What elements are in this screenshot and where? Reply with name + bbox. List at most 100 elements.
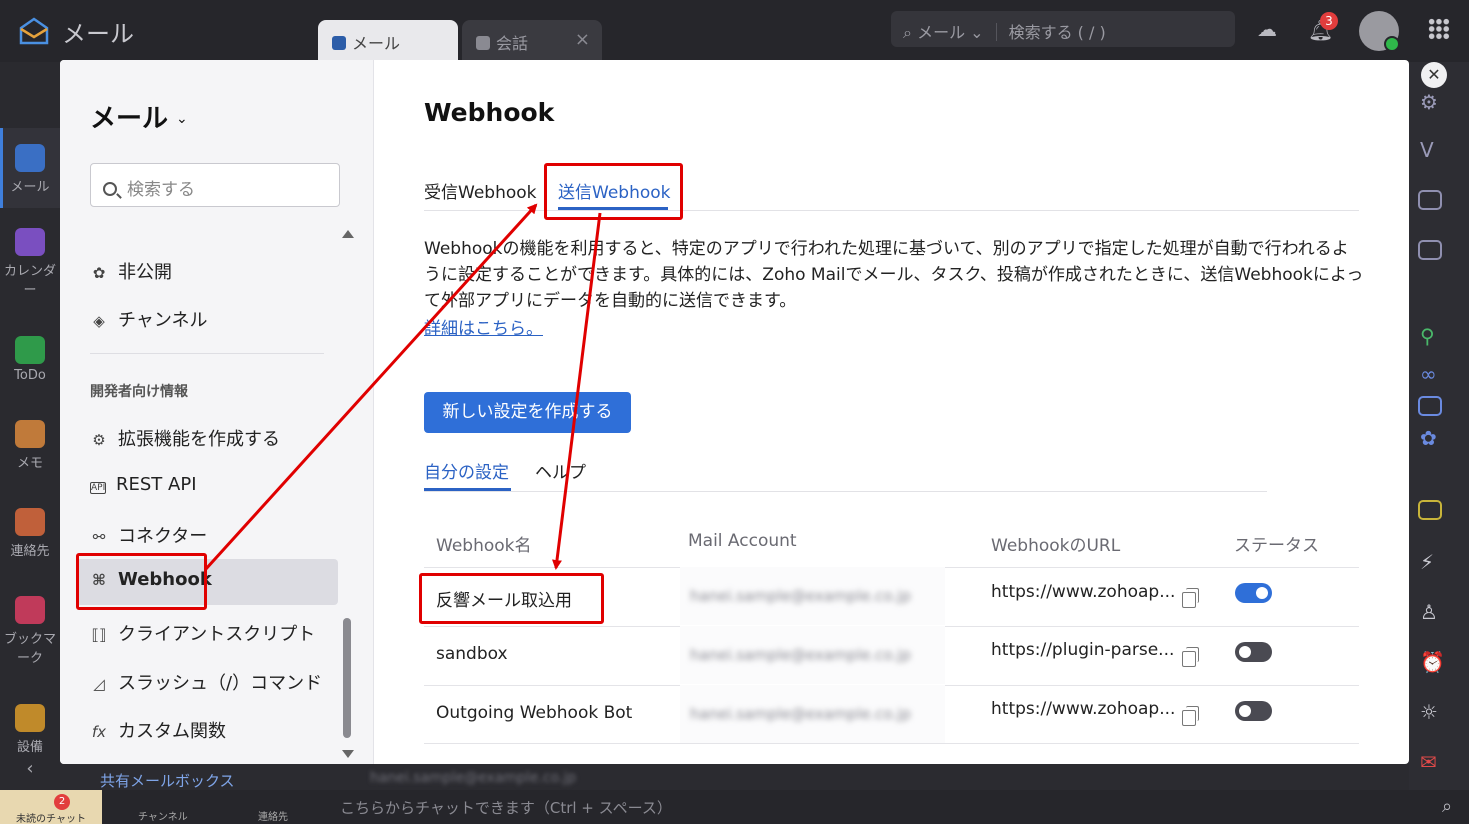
leftbar-item-memo[interactable]: メモ bbox=[0, 420, 60, 471]
divider bbox=[424, 491, 1267, 492]
sidebar-search-input[interactable]: 検索する bbox=[90, 163, 340, 207]
board-icon[interactable] bbox=[1418, 190, 1442, 210]
copy-icon[interactable] bbox=[1182, 647, 1199, 667]
sidebar-item-channel[interactable]: ◈ チャンネル bbox=[76, 296, 338, 340]
unread-chat-button[interactable]: 未読のチャット bbox=[0, 790, 102, 824]
close-icon[interactable]: × bbox=[575, 29, 590, 50]
create-new-button[interactable]: 新しい設定を作成する bbox=[424, 392, 631, 433]
description-text: Webhookの機能を利用すると、特定のアプリで行われた処理に基づいて、別のアプ… bbox=[424, 239, 1364, 311]
sidebar-item-label: 拡張機能を作成する bbox=[118, 429, 280, 450]
copy-icon[interactable] bbox=[1182, 588, 1199, 608]
learn-more-link[interactable]: 詳細はこちら。 bbox=[424, 314, 543, 339]
memo-icon bbox=[15, 420, 45, 448]
apps-grid-icon[interactable] bbox=[1428, 18, 1450, 40]
leftbar-item-calendar[interactable]: カレンダー bbox=[0, 228, 60, 298]
custom-function-icon: fx bbox=[91, 723, 107, 741]
person-pin-icon[interactable]: ♙ bbox=[1420, 600, 1438, 624]
people-icon bbox=[476, 36, 490, 50]
search-icon: ⌕ bbox=[903, 23, 912, 42]
plug-icon[interactable]: ⚲ bbox=[1420, 324, 1435, 348]
scroll-up-icon[interactable] bbox=[342, 230, 354, 238]
sidebar-title[interactable]: メール ⌄ bbox=[90, 98, 188, 135]
channel-icon: ◈ bbox=[93, 312, 105, 330]
sidebar-item-label: スラッシュ（/）コマンド bbox=[118, 673, 323, 694]
calendar-check-icon[interactable] bbox=[1418, 240, 1442, 260]
sidebar-item-rest-api[interactable]: API REST API bbox=[76, 464, 338, 508]
add-note-icon[interactable] bbox=[1418, 500, 1442, 520]
mail-account: hanei.sample@example.co.jp bbox=[690, 587, 911, 605]
mail-icon bbox=[332, 36, 346, 50]
slash-command-icon: ◿ bbox=[93, 675, 105, 693]
sidebar-item-private[interactable]: ✿ 非公開 bbox=[76, 248, 338, 292]
left-app-bar: メール カレンダー ToDo メモ 連絡先 ブックマーク 設備 ‹ bbox=[0, 62, 60, 790]
channels-button[interactable]: チャンネル bbox=[138, 808, 188, 823]
flower-icon[interactable]: ✿ bbox=[1420, 426, 1437, 450]
toggle-knob bbox=[1239, 705, 1251, 717]
mail-account: hanei.sample@example.co.jp bbox=[690, 705, 911, 723]
chevron-down-icon: ⌄ bbox=[176, 111, 188, 127]
vani-icon[interactable]: V bbox=[1420, 138, 1434, 162]
shared-mailbox-label[interactable]: 共有メールボックス bbox=[100, 770, 235, 791]
sidebar-item-label: チャンネル bbox=[118, 310, 208, 331]
mail-account-blurred: hanei.sample@example.co.jp bbox=[680, 626, 945, 684]
leftbar-item-bookmark[interactable]: ブックマーク bbox=[0, 596, 60, 666]
sidebar-item-client-script[interactable]: ⟦⟧ クライアントスクリプト bbox=[76, 610, 338, 654]
subtab-help[interactable]: ヘルプ bbox=[535, 458, 586, 483]
tab-label: メール bbox=[352, 34, 401, 53]
global-search[interactable]: ⌕ メール ⌄ 検索する ( / ) bbox=[891, 11, 1235, 47]
tab-conversation[interactable]: 会話 × bbox=[462, 20, 602, 62]
mail-icon bbox=[15, 144, 45, 172]
link-icon[interactable]: ∞ bbox=[1420, 362, 1437, 386]
search-scope-select[interactable]: メール bbox=[917, 23, 965, 42]
search-icon bbox=[103, 182, 117, 196]
webhook-url: https://www.zohoap... bbox=[991, 582, 1176, 602]
webhook-name[interactable]: Outgoing Webhook Bot bbox=[436, 703, 632, 723]
leftbar-label: 設備 bbox=[16, 740, 43, 755]
contacts-button[interactable]: 連絡先 bbox=[258, 808, 288, 823]
search-icon[interactable]: ⌕ bbox=[1442, 796, 1452, 817]
alarm-icon[interactable]: ⏰ bbox=[1420, 650, 1445, 674]
status-toggle[interactable] bbox=[1235, 583, 1272, 603]
webhook-name[interactable]: sandbox bbox=[436, 644, 508, 664]
chat-bubble-icon[interactable]: ✉ bbox=[1420, 750, 1437, 774]
highlight-webhook-item bbox=[76, 553, 207, 610]
tab-incoming-webhook[interactable]: 受信Webhook bbox=[424, 178, 536, 203]
chart-icon[interactable] bbox=[1418, 396, 1442, 416]
scrollbar-thumb[interactable] bbox=[343, 618, 351, 738]
sidebar-item-slash-command[interactable]: ◿ スラッシュ（/）コマンド bbox=[76, 659, 338, 703]
sidebar-item-custom-function[interactable]: fx カスタム関数 bbox=[76, 707, 338, 751]
clipped-item bbox=[90, 220, 150, 228]
leftbar-item-mail[interactable]: メール bbox=[0, 144, 60, 195]
settings-gear-icon[interactable]: ⚙ bbox=[1420, 90, 1438, 114]
leftbar-label: ブックマーク bbox=[3, 632, 56, 666]
settings-sidebar: メール ⌄ 検索する ✿ 非公開 ◈ チャンネル 開発者向け情報 ⚙ 拡張機能を作成する… bbox=[60, 60, 374, 764]
collapse-chevron-icon[interactable]: ‹ bbox=[0, 758, 60, 779]
sun-icon[interactable]: ☼ bbox=[1420, 700, 1438, 724]
sidebar-item-extension[interactable]: ⚙ 拡張機能を作成する bbox=[76, 415, 338, 459]
scroll-down-icon[interactable] bbox=[342, 750, 354, 758]
search-placeholder: 検索する ( / ) bbox=[1008, 23, 1106, 42]
close-modal-button[interactable]: ✕ bbox=[1421, 62, 1447, 88]
leftbar-item-todo[interactable]: ToDo bbox=[0, 336, 60, 383]
divider bbox=[90, 353, 324, 354]
mail-account: hanei.sample@example.co.jp bbox=[690, 646, 911, 664]
status-toggle[interactable] bbox=[1235, 642, 1272, 662]
chat-input[interactable]: こちらからチャットできます（Ctrl + スペース） bbox=[330, 792, 1430, 822]
subtab-my-settings[interactable]: 自分の設定 bbox=[424, 458, 509, 483]
sidebar-item-connector[interactable]: ⚯ コネクター bbox=[76, 512, 338, 556]
cloud-sync-icon[interactable]: ☁ bbox=[1257, 17, 1277, 41]
leftbar-label: ToDo bbox=[14, 368, 46, 383]
lightning-icon[interactable]: ⚡ bbox=[1420, 550, 1434, 574]
section-title: 開発者向け情報 bbox=[90, 384, 188, 400]
copy-icon[interactable] bbox=[1182, 706, 1199, 726]
status-toggle[interactable] bbox=[1235, 701, 1272, 721]
leftbar-item-contacts[interactable]: 連絡先 bbox=[0, 508, 60, 559]
leftbar-item-equipment[interactable]: 設備 bbox=[0, 704, 60, 755]
settings-modal: メール ⌄ 検索する ✿ 非公開 ◈ チャンネル 開発者向け情報 ⚙ 拡張機能を作成する… bbox=[60, 60, 1409, 764]
sidebar-title-text: メール bbox=[90, 104, 169, 134]
avatar[interactable] bbox=[1359, 11, 1400, 52]
sidebar-item-label: REST API bbox=[116, 474, 197, 495]
tab-mail[interactable]: メール bbox=[318, 20, 458, 62]
divider bbox=[424, 743, 1359, 744]
leftbar-label: 連絡先 bbox=[10, 544, 50, 559]
